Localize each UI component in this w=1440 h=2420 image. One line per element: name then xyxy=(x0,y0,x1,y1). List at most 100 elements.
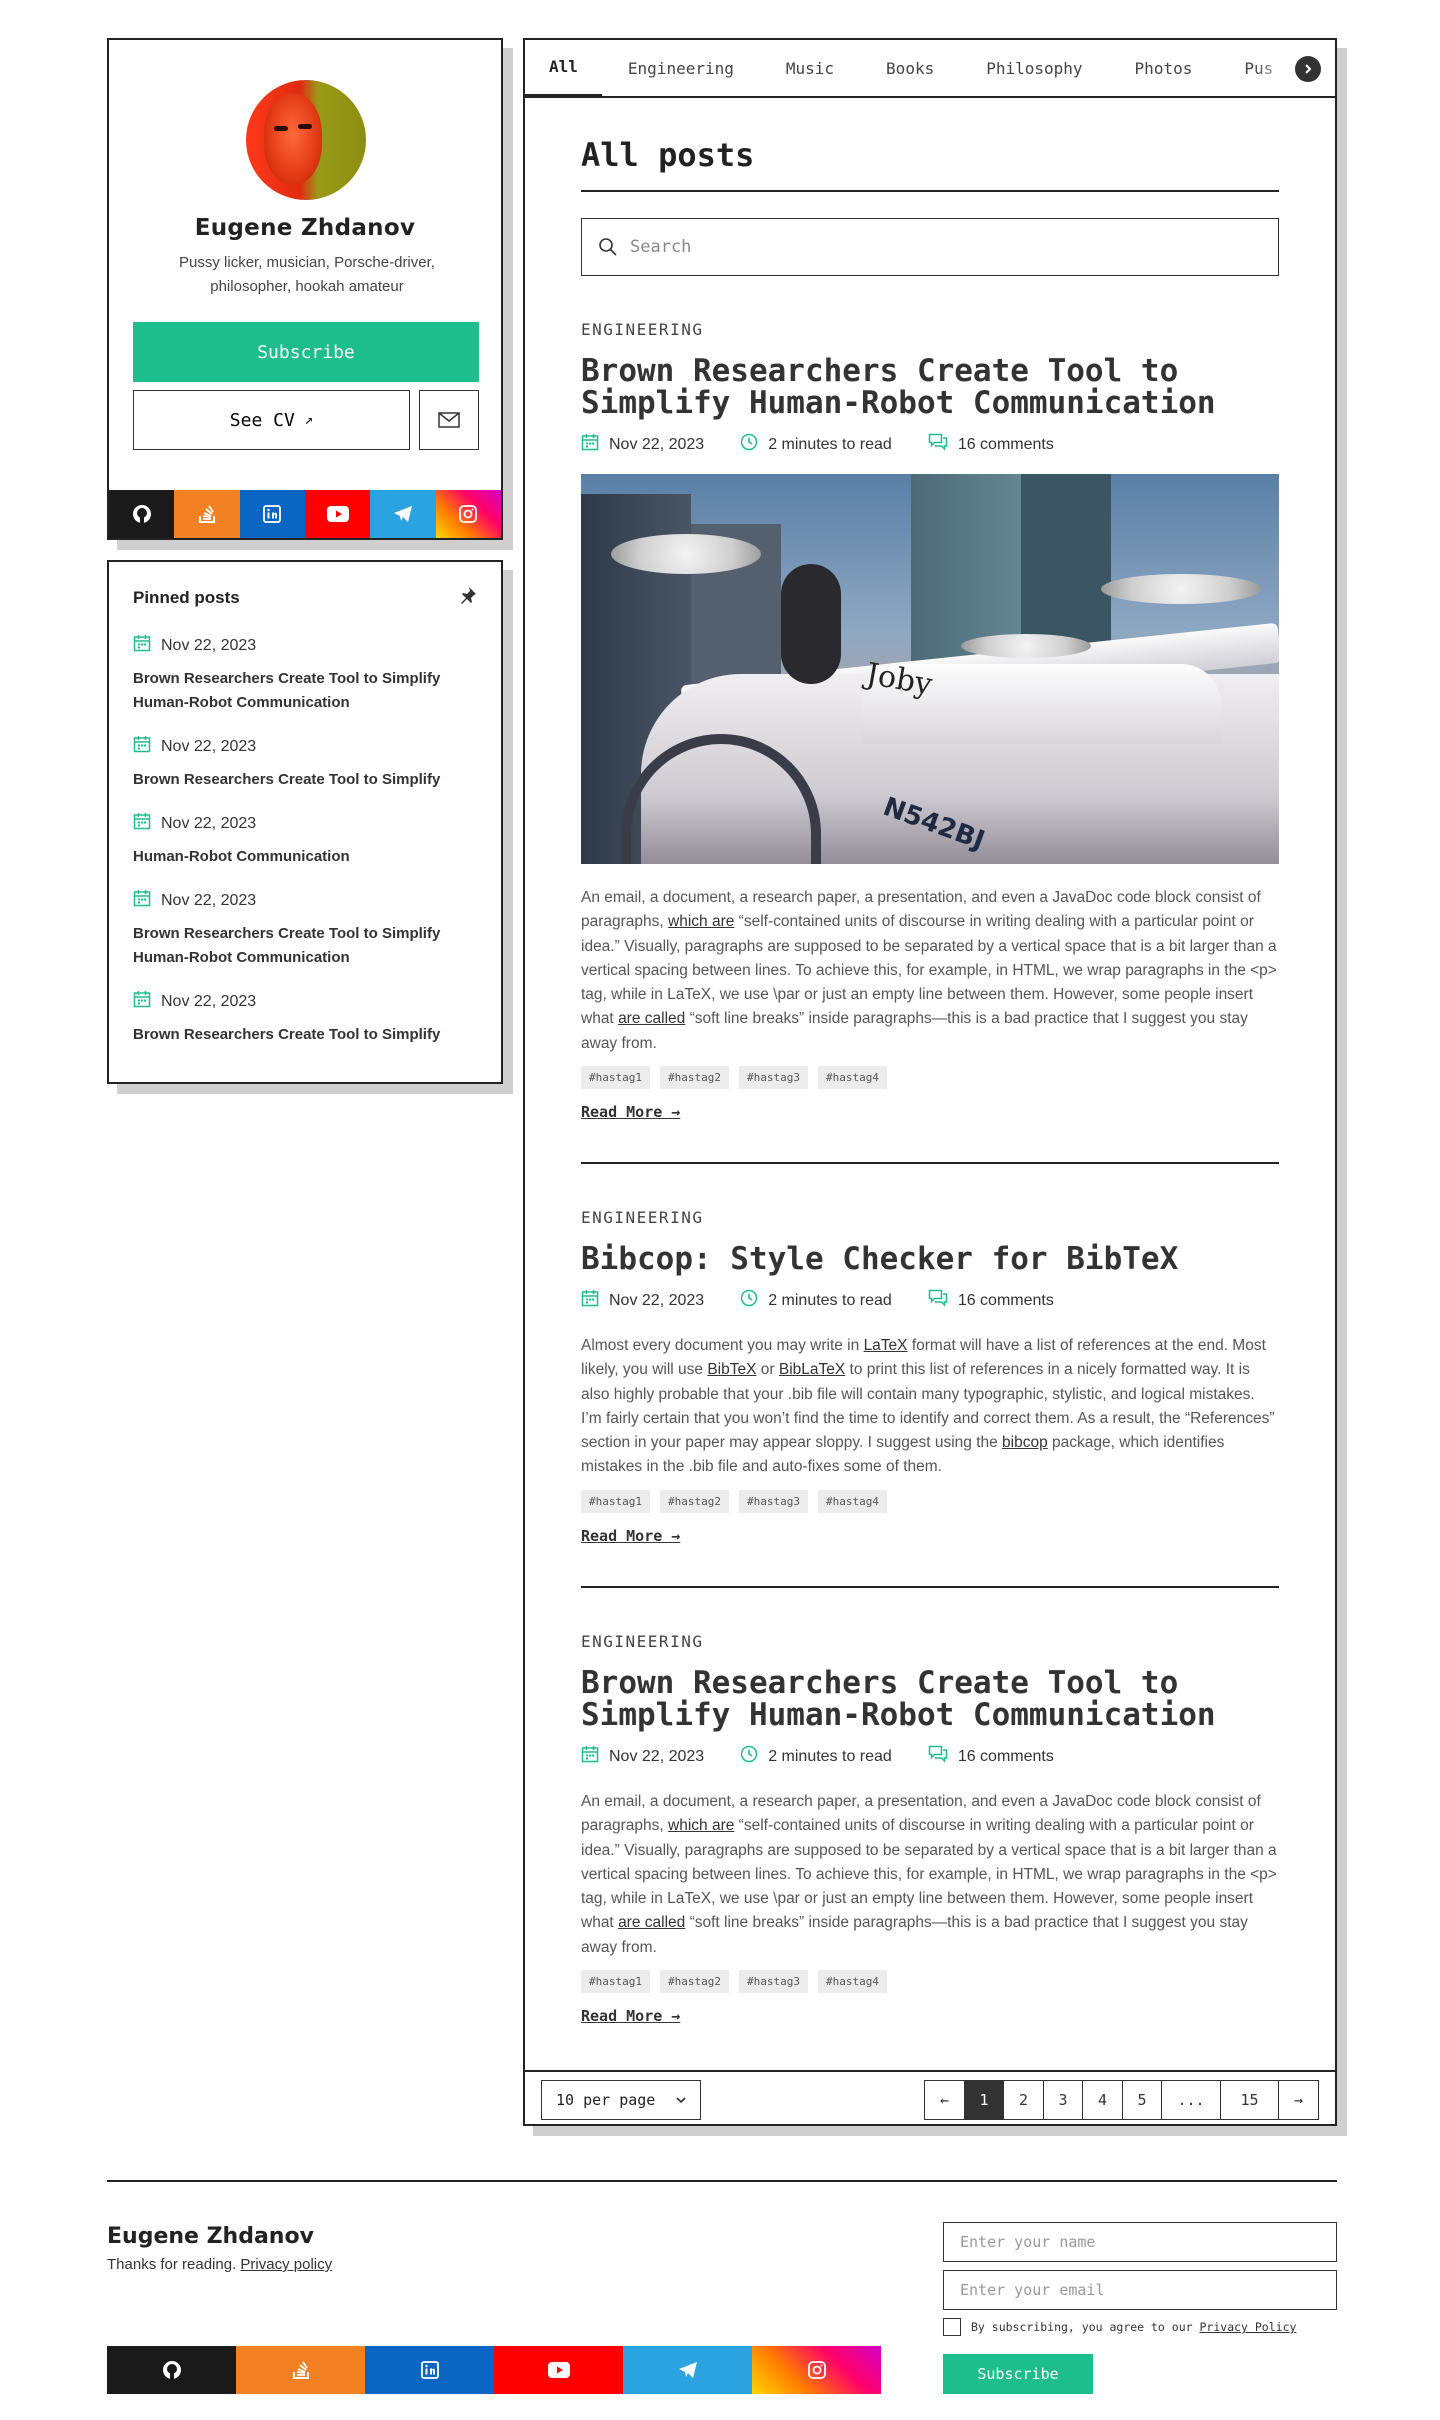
per-page-select[interactable]: 10 per page xyxy=(541,2080,701,2120)
name-placeholder: Enter your name xyxy=(960,2233,1096,2251)
telegram-link[interactable] xyxy=(370,490,436,538)
pinned-item[interactable]: Nov 22, 2023 Brown Researchers Create Too… xyxy=(133,735,479,792)
tag-chip[interactable]: #hastag1 xyxy=(581,1970,650,1994)
footer-name-input[interactable]: Enter your name xyxy=(943,2222,1337,2262)
instagram-icon xyxy=(807,2361,826,2379)
post-title[interactable]: Brown Researchers Create Tool to Simplif… xyxy=(581,355,1279,419)
post-comments[interactable]: 16 comments xyxy=(958,1748,1054,1766)
agree-checkbox[interactable] xyxy=(943,2318,961,2336)
linkedin-icon xyxy=(263,505,282,523)
inline-link[interactable]: bibcop xyxy=(1002,1434,1048,1451)
inline-link[interactable]: are called xyxy=(618,1010,685,1027)
pinned-item[interactable]: Nov 22, 2023 Brown Researchers Create Too… xyxy=(133,990,479,1047)
inline-link[interactable]: BibTeX xyxy=(707,1361,756,1378)
post-card: ENGINEERING Brown Researchers Create Too… xyxy=(581,1632,1279,2025)
read-more-link[interactable]: Read More → xyxy=(581,1103,1279,1121)
post-excerpt: An email, a document, a research paper, … xyxy=(581,889,1277,1052)
tag-chip[interactable]: #hastag3 xyxy=(738,1489,808,1513)
tag-chip[interactable]: #hastag3 xyxy=(738,1970,808,1994)
tag-chip[interactable]: #hastag4 xyxy=(817,1970,887,1994)
email-button[interactable] xyxy=(419,390,479,450)
youtube-link[interactable] xyxy=(304,490,371,538)
tab-photos[interactable]: Photos xyxy=(1109,40,1219,96)
prev-page-button[interactable]: ← xyxy=(924,2080,965,2120)
footer-email-input[interactable]: Enter your email xyxy=(943,2270,1337,2310)
pinned-title-text[interactable]: Brown Researchers Create Tool to Simplif… xyxy=(133,922,479,970)
instagram-link[interactable] xyxy=(752,2346,881,2394)
tag-chip[interactable]: #hastag3 xyxy=(738,1066,808,1090)
profile-bio: Pussy licker, musician, Porsche-driver, … xyxy=(179,254,435,295)
footer-subscribe-button[interactable]: Subscribe xyxy=(943,2354,1093,2394)
pinned-date: Nov 22, 2023 xyxy=(161,737,257,755)
tag-chip[interactable]: #hastag2 xyxy=(659,1489,729,1513)
post-category: ENGINEERING xyxy=(581,320,704,339)
comments-icon xyxy=(928,433,948,456)
youtube-link[interactable] xyxy=(494,2346,623,2394)
tab-philosophy[interactable]: Philosophy xyxy=(960,40,1108,96)
linkedin-link[interactable] xyxy=(365,2346,494,2394)
comments-icon xyxy=(928,1289,948,1312)
post-divider xyxy=(581,1162,1279,1164)
tab-engineering[interactable]: Engineering xyxy=(602,40,760,96)
next-page-button[interactable]: → xyxy=(1278,2080,1319,2120)
github-link[interactable] xyxy=(109,490,175,538)
pinned-title-text[interactable]: Brown Researchers Create Tool to Simplif… xyxy=(133,768,479,792)
see-cv-label: See CV xyxy=(229,409,295,431)
linkedin-link[interactable] xyxy=(239,490,305,538)
stackoverflow-icon xyxy=(292,2361,309,2379)
calendar-icon xyxy=(581,433,599,456)
post-comments[interactable]: 16 comments xyxy=(958,436,1054,454)
external-link-icon: ↗ xyxy=(304,412,314,428)
tag-chip[interactable]: #hastag4 xyxy=(817,1066,887,1090)
tabs-next-button[interactable] xyxy=(1295,56,1321,82)
inline-link[interactable]: which are xyxy=(668,1817,734,1834)
page-button[interactable]: 3 xyxy=(1042,2080,1084,2120)
read-more-link[interactable]: Read More → xyxy=(581,1527,1279,1545)
inline-link[interactable]: BibLaTeX xyxy=(779,1361,845,1378)
page-ellipsis[interactable]: ... xyxy=(1161,2080,1221,2120)
pinned-item[interactable]: Nov 22, 2023 Brown Researchers Create Too… xyxy=(133,889,479,970)
read-more-link[interactable]: Read More → xyxy=(581,2007,1279,2025)
pinned-title-text[interactable]: Human-Robot Communication xyxy=(133,845,479,869)
post-card: ENGINEERING Brown Researchers Create Too… xyxy=(581,320,1279,1121)
pinned-title-text[interactable]: Brown Researchers Create Tool to Simplif… xyxy=(133,1023,479,1047)
post-image[interactable]: Joby N542BJ xyxy=(581,474,1279,864)
tag-chip[interactable]: #hastag1 xyxy=(581,1066,650,1090)
page-button[interactable]: 15 xyxy=(1219,2080,1280,2120)
subscribe-button[interactable]: Subscribe xyxy=(133,322,479,382)
tab-books[interactable]: Books xyxy=(860,40,960,96)
email-placeholder: Enter your email xyxy=(960,2281,1105,2299)
page-button[interactable]: 2 xyxy=(1003,2080,1044,2120)
tag-chip[interactable]: #hastag2 xyxy=(659,1066,729,1090)
youtube-icon xyxy=(326,506,349,522)
inline-link[interactable]: which are xyxy=(668,913,734,930)
page-button[interactable]: 1 xyxy=(963,2080,1005,2120)
agree-privacy-link[interactable]: Privacy Policy xyxy=(1200,2320,1297,2334)
tab-all[interactable]: All xyxy=(525,40,602,96)
instagram-icon xyxy=(459,505,478,523)
pinned-item[interactable]: Nov 22, 2023 Human-Robot Communication xyxy=(133,812,479,869)
telegram-link[interactable] xyxy=(623,2346,752,2394)
post-comments[interactable]: 16 comments xyxy=(958,1292,1054,1310)
instagram-link[interactable] xyxy=(435,490,501,538)
page-button[interactable]: 4 xyxy=(1082,2080,1123,2120)
page-button[interactable]: 5 xyxy=(1121,2080,1163,2120)
tag-chip[interactable]: #hastag1 xyxy=(581,1489,650,1513)
pinned-title-text[interactable]: Brown Researchers Create Tool to Simplif… xyxy=(133,667,479,715)
per-page-value: 10 per page xyxy=(556,2091,656,2109)
search-input[interactable]: Search xyxy=(581,218,1279,276)
post-category: ENGINEERING xyxy=(581,1632,704,1651)
stackoverflow-link[interactable] xyxy=(174,490,240,538)
tag-chip[interactable]: #hastag4 xyxy=(817,1489,887,1513)
github-link[interactable] xyxy=(107,2346,236,2394)
tab-music[interactable]: Music xyxy=(760,40,860,96)
tag-chip[interactable]: #hastag2 xyxy=(659,1970,729,1994)
inline-link[interactable]: are called xyxy=(618,1914,685,1931)
stackoverflow-link[interactable] xyxy=(236,2346,365,2394)
pinned-item[interactable]: Nov 22, 2023 Brown Researchers Create Too… xyxy=(133,634,479,715)
privacy-policy-link[interactable]: Privacy policy xyxy=(240,2256,332,2273)
post-title[interactable]: Bibcop: Style Checker for BibTeX xyxy=(581,1243,1279,1275)
post-title[interactable]: Brown Researchers Create Tool to Simplif… xyxy=(581,1667,1279,1731)
see-cv-button[interactable]: See CV ↗ xyxy=(133,390,410,450)
inline-link[interactable]: LaTeX xyxy=(864,1337,908,1354)
